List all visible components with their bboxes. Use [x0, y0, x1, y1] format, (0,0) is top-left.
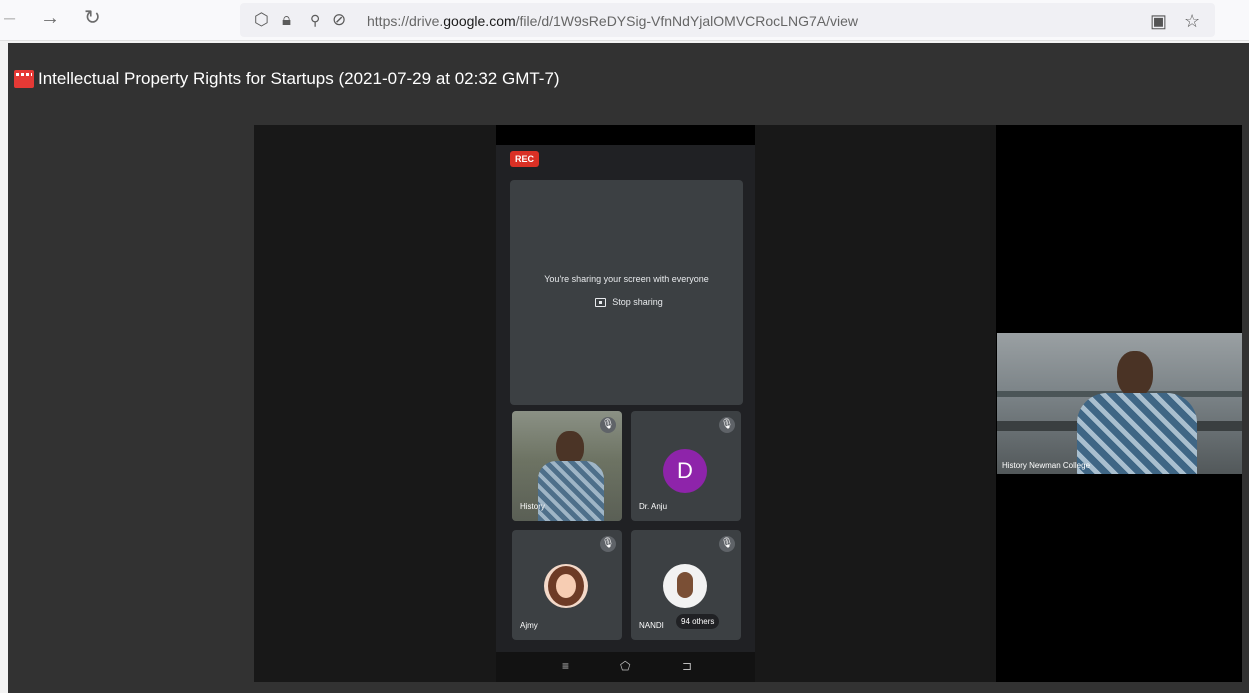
- speaker-body: [1077, 393, 1197, 474]
- others-badge[interactable]: 94 others: [676, 614, 720, 629]
- mic-off-icon: 🎙︎: [600, 536, 616, 552]
- home-icon[interactable]: ⬠: [620, 659, 630, 673]
- participant-head: [556, 431, 584, 465]
- participant-name: History: [520, 502, 545, 511]
- lock-icon[interactable]: 🔒︎: [282, 10, 291, 30]
- participant-tile[interactable]: 🎙︎ Ajmy: [512, 530, 622, 640]
- mic-off-icon: 🎙︎: [719, 417, 735, 433]
- permissions-icon[interactable]: ⚲: [310, 10, 320, 30]
- speaker-video: History Newman College: [997, 333, 1242, 474]
- back-icon[interactable]: ⊐: [682, 659, 692, 673]
- video-middle-area: [755, 125, 996, 682]
- url-domain: google.com: [443, 13, 516, 29]
- back-arrow-icon[interactable]: –: [4, 8, 15, 28]
- avatar: [663, 564, 707, 608]
- forward-arrow-icon[interactable]: →: [40, 8, 60, 28]
- menu-icon[interactable]: ≡: [562, 659, 569, 673]
- url-suffix: /file/d/1W9sReDYSig-VfnNdYjalOMVCRocLNG7…: [515, 13, 858, 29]
- android-nav-bar: ≡ ⬠ ⊐: [496, 652, 755, 682]
- avatar-face: [556, 574, 576, 598]
- speaker-head: [1117, 351, 1153, 397]
- meet-phone-screen: REC You're sharing your screen with ever…: [496, 145, 755, 682]
- participant-name: NANDI: [639, 621, 664, 630]
- participant-tile[interactable]: 🎙︎ D Dr. Anju: [631, 411, 741, 521]
- shield-icon[interactable]: ⬡: [254, 10, 269, 30]
- rec-badge: REC: [510, 151, 540, 167]
- screen-share-panel: You're sharing your screen with everyone…: [510, 180, 743, 405]
- avatar: [544, 564, 588, 608]
- video-left-area: [254, 125, 496, 682]
- video-file-icon: [14, 70, 34, 88]
- url-prefix: https://drive.: [367, 13, 444, 29]
- stop-sharing-button[interactable]: Stop sharing: [581, 291, 677, 313]
- avatar: D: [663, 449, 707, 493]
- browser-toolbar: – → ↻ ⬡ 🔒︎ ⚲ ⊘ https://drive.google.com/…: [0, 0, 1249, 41]
- speaker-name: History Newman College: [1002, 461, 1091, 470]
- url-text[interactable]: https://drive.google.com/file/d/1W9sReDY…: [367, 13, 858, 29]
- reader-view-icon[interactable]: ▣: [1150, 11, 1167, 32]
- participant-tile[interactable]: 🎙︎ NANDI 94 others: [631, 530, 741, 640]
- present-screen-icon: [595, 298, 607, 308]
- file-title: Intellectual Property Rights for Startup…: [38, 69, 560, 88]
- address-bar[interactable]: ⬡ 🔒︎ ⚲ ⊘ https://drive.google.com/file/d…: [240, 3, 1215, 37]
- mic-off-icon: 🎙︎: [719, 536, 735, 552]
- stop-sharing-label: Stop sharing: [612, 297, 663, 307]
- reload-icon[interactable]: ↻: [84, 8, 101, 28]
- bookmark-star-icon[interactable]: ☆: [1184, 11, 1200, 32]
- participant-name: Ajmy: [520, 621, 538, 630]
- tracking-blocked-icon[interactable]: ⊘: [332, 10, 346, 30]
- participant-name: Dr. Anju: [639, 502, 668, 511]
- mic-off-icon: 🎙︎: [600, 417, 616, 433]
- share-message: You're sharing your screen with everyone: [544, 274, 709, 284]
- participant-tile[interactable]: 🎙︎ History: [512, 411, 622, 521]
- participant-body: [538, 461, 604, 521]
- video-player[interactable]: REC You're sharing your screen with ever…: [254, 125, 1242, 682]
